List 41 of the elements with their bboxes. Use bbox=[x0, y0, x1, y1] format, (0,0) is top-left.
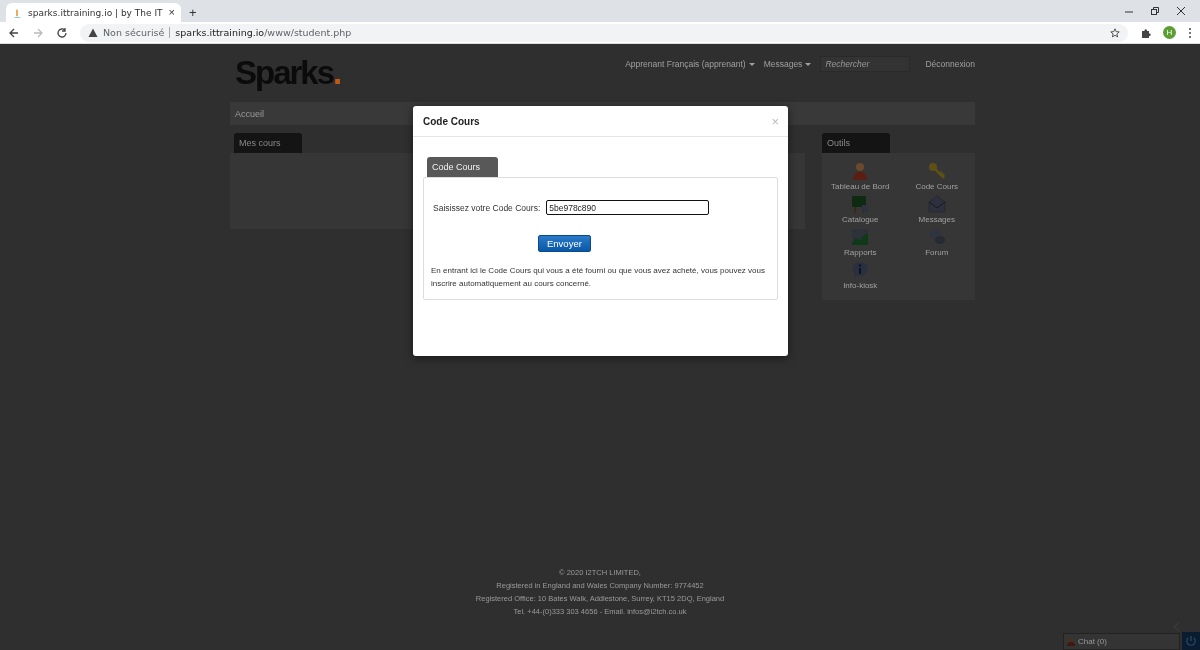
code-input-field[interactable]: 5be978c890 bbox=[546, 200, 710, 215]
warning-icon bbox=[88, 27, 98, 38]
chat-bar[interactable]: Chat (0) bbox=[1063, 633, 1180, 650]
key-icon bbox=[926, 161, 947, 181]
info-icon bbox=[850, 260, 871, 280]
chalkboard-icon bbox=[850, 194, 871, 214]
back-icon[interactable] bbox=[8, 26, 20, 39]
logout-link[interactable]: Déconnexion bbox=[925, 59, 975, 69]
person-icon bbox=[1067, 637, 1075, 646]
reload-icon[interactable] bbox=[56, 26, 68, 39]
url-text: sparks.ittraining.io/www/student.php bbox=[175, 27, 352, 38]
profile-avatar[interactable]: H bbox=[1163, 26, 1176, 39]
nav-menu[interactable]: Apprenant Français (apprenant) bbox=[625, 59, 755, 69]
tool-shortcut[interactable]: Forum bbox=[898, 227, 975, 257]
puzzle-icon[interactable] bbox=[1140, 27, 1151, 38]
star-icon[interactable] bbox=[1110, 27, 1120, 38]
tab-close-button[interactable]: × bbox=[168, 7, 175, 18]
modal-title: Code Cours bbox=[423, 115, 480, 127]
browser-tab[interactable]: sparks.ittraining.io | by The IT × bbox=[6, 3, 181, 22]
tool-shortcut[interactable]: Messages bbox=[898, 194, 975, 224]
panel-heading: Outils bbox=[822, 133, 890, 153]
search-field[interactable]: Rechercher bbox=[820, 56, 911, 72]
panel-heading: Mes cours bbox=[234, 133, 302, 153]
tool-shortcut[interactable]: Catalogue bbox=[822, 194, 899, 224]
tool-shortcut[interactable]: Tableau de Bord bbox=[822, 161, 899, 191]
field-label: Saisissez votre Code Cours: bbox=[433, 202, 541, 213]
nav-menu[interactable]: Messages bbox=[763, 59, 812, 69]
address-bar[interactable]: Non sécurisé sparks.ittraining.io/www/student.php bbox=[80, 23, 1128, 42]
tool-shortcut[interactable]: Rapports bbox=[822, 227, 899, 257]
close-icon[interactable] bbox=[1176, 6, 1186, 16]
chart-icon bbox=[850, 227, 871, 247]
submit-button[interactable]: Envoyer bbox=[538, 235, 591, 252]
envelope-icon bbox=[926, 194, 947, 214]
tool-shortcut[interactable]: Info-kiosk bbox=[822, 260, 899, 290]
tool-shortcut[interactable]: Code Cours bbox=[898, 161, 975, 191]
restore-icon[interactable] bbox=[1150, 6, 1160, 16]
security-label: Non sécurisé bbox=[103, 27, 165, 38]
help-text: En entrant ici le Code Cours qui vous a été fourni ou que vous avez acheté, vous pouvez vous inscrire automatiquement au cours concerné. bbox=[431, 265, 766, 290]
new-tab-button[interactable]: + bbox=[189, 5, 197, 20]
more-icon[interactable] bbox=[1188, 26, 1192, 39]
tab[interactable]: Code Cours bbox=[427, 157, 499, 177]
